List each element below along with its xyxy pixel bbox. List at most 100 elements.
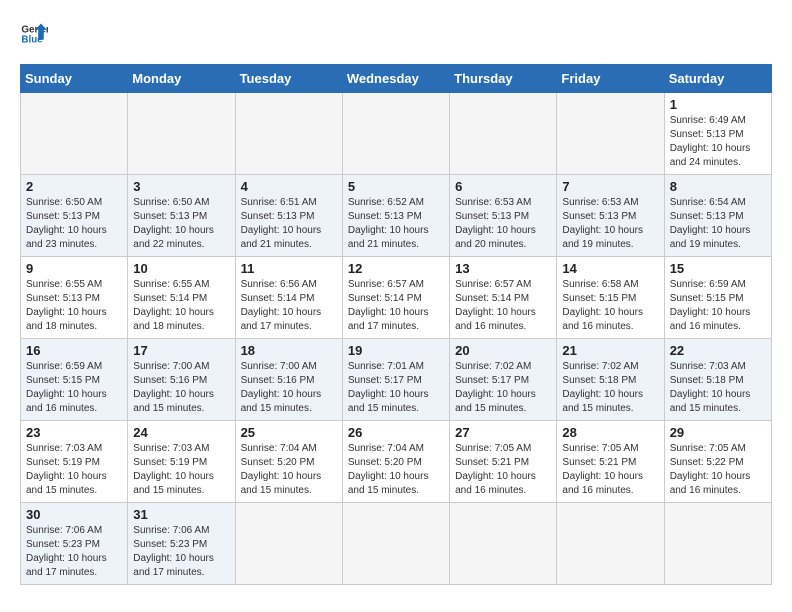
calendar-day-cell: 13Sunrise: 6:57 AMSunset: 5:14 PMDayligh… (450, 257, 557, 339)
day-number: 19 (348, 343, 444, 358)
day-number: 8 (670, 179, 766, 194)
calendar-day-cell: 23 Sunrise: 7:03 AMSunset: 5:19 PMDayligh… (21, 421, 128, 503)
day-of-week-header: Wednesday (342, 65, 449, 93)
day-info: Sunrise: 6:59 AMSunset: 5:15 PMDaylight:… (26, 360, 122, 416)
day-info: Sunrise: 6:55 AMSunset: 5:13 PMDaylight:… (26, 278, 122, 334)
calendar-day-cell (664, 503, 771, 585)
day-number: 23 (26, 425, 122, 440)
day-info: Sunrise: 7:04 AMSunset: 5:20 PMDaylight:… (241, 442, 337, 498)
calendar-day-cell (557, 503, 664, 585)
day-number: 12 (348, 261, 444, 276)
calendar-day-cell: 20 Sunrise: 7:02 AMSunset: 5:17 PMDayligh… (450, 339, 557, 421)
calendar-day-cell: 9 Sunrise: 6:55 AMSunset: 5:13 PMDaylight… (21, 257, 128, 339)
calendar-day-cell: 24Sunrise: 7:03 AMSunset: 5:19 PMDayligh… (128, 421, 235, 503)
calendar-day-cell (450, 93, 557, 175)
calendar-day-cell (21, 93, 128, 175)
day-info: Sunrise: 6:52 AMSunset: 5:13 PMDaylight:… (348, 196, 444, 252)
calendar-day-cell: 31Sunrise: 7:06 AMSunset: 5:23 PMDayligh… (128, 503, 235, 585)
calendar-day-cell (450, 503, 557, 585)
calendar-day-cell: 14 Sunrise: 6:58 AMSunset: 5:15 PMDayligh… (557, 257, 664, 339)
day-number: 5 (348, 179, 444, 194)
day-number: 26 (348, 425, 444, 440)
day-number: 1 (670, 97, 766, 112)
day-of-week-header: Thursday (450, 65, 557, 93)
calendar-day-cell: 22Sunrise: 7:03 AMSunset: 5:18 PMDayligh… (664, 339, 771, 421)
day-info: Sunrise: 6:50 AMSunset: 5:13 PMDaylight:… (133, 196, 229, 252)
calendar-day-cell (128, 93, 235, 175)
day-of-week-header: Saturday (664, 65, 771, 93)
calendar-day-cell: 21Sunrise: 7:02 AMSunset: 5:18 PMDayligh… (557, 339, 664, 421)
day-number: 14 (562, 261, 658, 276)
day-number: 18 (241, 343, 337, 358)
calendar-day-cell: 3Sunrise: 6:50 AMSunset: 5:13 PMDaylight… (128, 175, 235, 257)
calendar-day-cell: 12 Sunrise: 6:57 AMSunset: 5:14 PMDayligh… (342, 257, 449, 339)
day-info: Sunrise: 6:53 AMSunset: 5:13 PMDaylight:… (455, 196, 551, 252)
calendar-day-cell: 5 Sunrise: 6:52 AMSunset: 5:13 PMDaylight… (342, 175, 449, 257)
day-number: 31 (133, 507, 229, 522)
calendar-day-cell: 4Sunrise: 6:51 AMSunset: 5:13 PMDaylight… (235, 175, 342, 257)
day-info: Sunrise: 6:50 AMSunset: 5:13 PMDaylight:… (26, 196, 122, 252)
day-number: 13 (455, 261, 551, 276)
day-info: Sunrise: 7:05 AMSunset: 5:22 PMDaylight:… (670, 442, 766, 498)
day-number: 17 (133, 343, 229, 358)
day-number: 15 (670, 261, 766, 276)
day-number: 2 (26, 179, 122, 194)
calendar-day-cell: 29 Sunrise: 7:05 AMSunset: 5:22 PMDayligh… (664, 421, 771, 503)
calendar-week-row: 16 Sunrise: 6:59 AMSunset: 5:15 PMDayligh… (21, 339, 772, 421)
day-info: Sunrise: 7:04 AMSunset: 5:20 PMDaylight:… (348, 442, 444, 498)
calendar-day-cell: 15 Sunrise: 6:59 AMSunset: 5:15 PMDayligh… (664, 257, 771, 339)
day-info: Sunrise: 7:00 AMSunset: 5:16 PMDaylight:… (241, 360, 337, 416)
day-number: 10 (133, 261, 229, 276)
calendar-week-row: 30 Sunrise: 7:06 AMSunset: 5:23 PMDayligh… (21, 503, 772, 585)
calendar-day-cell: 8 Sunrise: 6:54 AMSunset: 5:13 PMDaylight… (664, 175, 771, 257)
calendar-day-cell (342, 503, 449, 585)
day-info: Sunrise: 7:05 AMSunset: 5:21 PMDaylight:… (455, 442, 551, 498)
day-info: Sunrise: 6:54 AMSunset: 5:13 PMDaylight:… (670, 196, 766, 252)
calendar-day-cell (342, 93, 449, 175)
day-info: Sunrise: 7:06 AMSunset: 5:23 PMDaylight:… (26, 524, 122, 580)
day-number: 16 (26, 343, 122, 358)
day-info: Sunrise: 7:02 AMSunset: 5:17 PMDaylight:… (455, 360, 551, 416)
day-number: 4 (241, 179, 337, 194)
calendar-day-cell: 6 Sunrise: 6:53 AMSunset: 5:13 PMDaylight… (450, 175, 557, 257)
day-number: 28 (562, 425, 658, 440)
logo: General Blue (20, 20, 48, 48)
calendar-week-row: 23 Sunrise: 7:03 AMSunset: 5:19 PMDayligh… (21, 421, 772, 503)
calendar-day-cell: 25Sunrise: 7:04 AMSunset: 5:20 PMDayligh… (235, 421, 342, 503)
day-info: Sunrise: 6:59 AMSunset: 5:15 PMDaylight:… (670, 278, 766, 334)
calendar-day-cell: 26 Sunrise: 7:04 AMSunset: 5:20 PMDayligh… (342, 421, 449, 503)
day-number: 30 (26, 507, 122, 522)
day-info: Sunrise: 7:05 AMSunset: 5:21 PMDaylight:… (562, 442, 658, 498)
day-info: Sunrise: 6:53 AMSunset: 5:13 PMDaylight:… (562, 196, 658, 252)
calendar-day-cell: 1 Sunrise: 6:49 AMSunset: 5:13 PMDaylight… (664, 93, 771, 175)
day-info: Sunrise: 6:57 AMSunset: 5:14 PMDaylight:… (348, 278, 444, 334)
day-number: 21 (562, 343, 658, 358)
day-info: Sunrise: 6:49 AMSunset: 5:13 PMDaylight:… (670, 114, 766, 170)
day-number: 24 (133, 425, 229, 440)
calendar-day-cell: 28 Sunrise: 7:05 AMSunset: 5:21 PMDayligh… (557, 421, 664, 503)
day-info: Sunrise: 7:03 AMSunset: 5:18 PMDaylight:… (670, 360, 766, 416)
calendar-week-row: 9 Sunrise: 6:55 AMSunset: 5:13 PMDaylight… (21, 257, 772, 339)
day-of-week-header: Sunday (21, 65, 128, 93)
page-header: General Blue (20, 20, 772, 48)
day-of-week-header: Monday (128, 65, 235, 93)
day-info: Sunrise: 6:55 AMSunset: 5:14 PMDaylight:… (133, 278, 229, 334)
calendar-day-cell: 18 Sunrise: 7:00 AMSunset: 5:16 PMDayligh… (235, 339, 342, 421)
day-number: 29 (670, 425, 766, 440)
day-number: 27 (455, 425, 551, 440)
logo-icon: General Blue (20, 20, 48, 48)
day-number: 6 (455, 179, 551, 194)
day-number: 9 (26, 261, 122, 276)
calendar-table: SundayMondayTuesdayWednesdayThursdayFrid… (20, 64, 772, 585)
calendar-day-cell (235, 503, 342, 585)
day-number: 20 (455, 343, 551, 358)
day-info: Sunrise: 6:56 AMSunset: 5:14 PMDaylight:… (241, 278, 337, 334)
day-info: Sunrise: 7:01 AMSunset: 5:17 PMDaylight:… (348, 360, 444, 416)
calendar-day-cell (557, 93, 664, 175)
day-number: 7 (562, 179, 658, 194)
calendar-header-row: SundayMondayTuesdayWednesdayThursdayFrid… (21, 65, 772, 93)
calendar-day-cell: 17Sunrise: 7:00 AMSunset: 5:16 PMDayligh… (128, 339, 235, 421)
day-info: Sunrise: 6:58 AMSunset: 5:15 PMDaylight:… (562, 278, 658, 334)
day-info: Sunrise: 7:03 AMSunset: 5:19 PMDaylight:… (26, 442, 122, 498)
calendar-day-cell: 7 Sunrise: 6:53 AMSunset: 5:13 PMDaylight… (557, 175, 664, 257)
